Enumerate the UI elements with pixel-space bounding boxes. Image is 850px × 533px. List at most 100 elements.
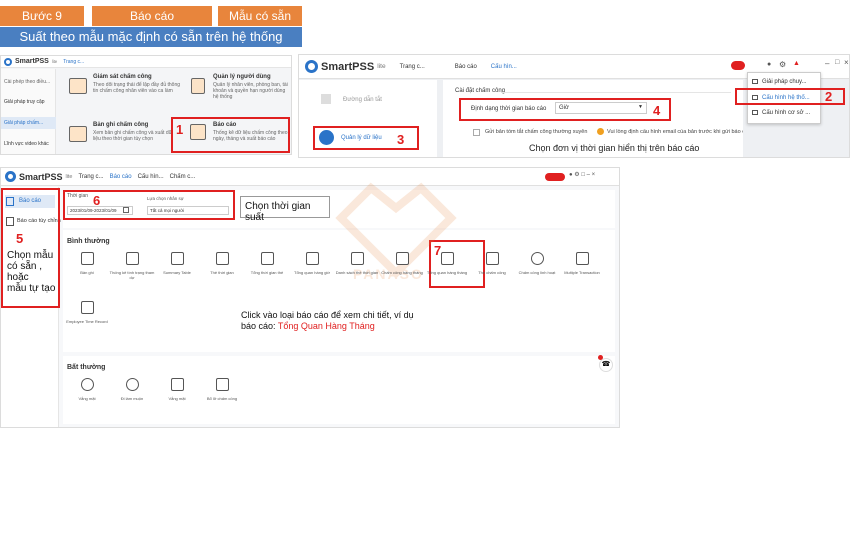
tab-home-2[interactable]: Trang c... bbox=[400, 64, 425, 70]
menu-solution[interactable]: Giải pháp chuy... bbox=[748, 76, 820, 87]
abnormal-label-2: Vắng mặt bbox=[168, 396, 186, 401]
card-records[interactable]: Bản ghi chấm công Xem bản ghi chấm công v… bbox=[93, 122, 173, 142]
calendar-icon[interactable] bbox=[123, 207, 129, 213]
report-label-4: Tổng thời gian thẻ bbox=[250, 270, 284, 275]
report-label-6: Danh sách thẻ thời gian bbox=[335, 270, 379, 275]
report-normal-5[interactable]: Tổng quan hàng giờ bbox=[288, 252, 336, 275]
tab-report-2[interactable]: Báo cáo bbox=[455, 64, 477, 70]
report-normal-9[interactable]: Thẻ chấm công bbox=[468, 252, 516, 275]
staff-filter-select[interactable]: Tất cả mọi người bbox=[147, 206, 229, 215]
report-label-5: Tổng quan hàng giờ bbox=[294, 270, 330, 275]
step-5-note: Chọn mẫu có sẵn , hoặc mẫu tự tạo bbox=[7, 250, 56, 294]
report-abnormal-3[interactable]: Bổ lỡ chấm công bbox=[198, 378, 246, 401]
shortcut-link[interactable]: Đường dẫn tắt bbox=[343, 97, 382, 103]
attendance-monitor-icon bbox=[69, 78, 87, 94]
report-label-1: Thống kê tình trạng tham dự bbox=[109, 270, 155, 280]
step-label: Bước 9 bbox=[0, 6, 84, 26]
time-label: Thời gian bbox=[67, 193, 89, 199]
sidebar-item-2[interactable]: Giải pháp chấm... bbox=[1, 117, 56, 129]
abnormal-icon-1 bbox=[125, 378, 139, 391]
restore-icon[interactable]: □ bbox=[835, 59, 839, 66]
report-label-7: Chấm công hàng tháng bbox=[381, 270, 423, 275]
report-icon-8 bbox=[440, 252, 454, 265]
menu-base-config[interactable]: Cấu hình cơ sở ... bbox=[748, 107, 820, 118]
report-label: Báo cáo bbox=[92, 6, 212, 26]
report-normal-6[interactable]: Danh sách thẻ thời gian bbox=[333, 252, 381, 275]
highlight-filters bbox=[63, 190, 235, 220]
report-calendar-icon bbox=[190, 124, 206, 140]
report-icon-1 bbox=[125, 252, 139, 265]
tab-report-3[interactable]: Báo cáo bbox=[110, 174, 132, 180]
close-icon[interactable]: × bbox=[844, 58, 849, 67]
report-icon-6 bbox=[350, 252, 364, 265]
report-normal-11[interactable]: Multiple Transaction bbox=[558, 252, 606, 275]
alarm-badge-icon[interactable] bbox=[731, 61, 745, 70]
config-window: SmartPSS lite Trang c... Báo cáo Cấu hìn.… bbox=[298, 54, 850, 158]
report-window: SmartPSS lite Trang c... Báo cáo Cấu hìn.… bbox=[0, 167, 620, 428]
subtitle-bar: Suất theo mẫu mặc định có sẵn trên hệ th… bbox=[0, 27, 302, 47]
sidebar-item-0[interactable]: Cài phép theo điều... bbox=[4, 79, 50, 85]
report-icon-5 bbox=[305, 252, 319, 265]
tab-config-3[interactable]: Cấu hìn... bbox=[138, 174, 164, 180]
app-logo: SmartPSS lite bbox=[4, 57, 57, 66]
report-normal-0[interactable]: Bản ghi bbox=[63, 252, 111, 275]
alarm-badge-icon-3[interactable] bbox=[545, 173, 565, 181]
step-4-note: Chọn đơn vị thời gian hiển thị trên báo … bbox=[529, 143, 700, 153]
report-icon-0 bbox=[80, 252, 94, 265]
warning-icon bbox=[597, 128, 604, 135]
report-label-9: Thẻ chấm công bbox=[478, 270, 506, 275]
card-monitor[interactable]: Giám sát chấm công Theo dõi trạng thái để… bbox=[93, 74, 183, 94]
minimize-icon[interactable]: – bbox=[825, 59, 829, 68]
tab-home-3[interactable]: Trang c... bbox=[78, 174, 103, 180]
format-label: Định dạng thời gian báo cáo bbox=[471, 106, 547, 112]
sidebar-item-3[interactable]: Lĩnh vực video khác bbox=[4, 141, 49, 147]
home-window: SmartPSS lite Trang c... Cài phép theo đi… bbox=[0, 55, 292, 155]
report-abnormal-1[interactable]: Đi làm muộn bbox=[108, 378, 156, 401]
step-1-marker: 1 bbox=[176, 122, 184, 137]
user-icon[interactable]: ● bbox=[767, 61, 771, 68]
phone-support-icon[interactable]: ☎ bbox=[599, 358, 613, 372]
abnormal-label-1: Đi làm muộn bbox=[120, 396, 144, 401]
card-report[interactable]: Báo cáo Thống kê dữ liệu chấm công theo n… bbox=[213, 122, 289, 142]
step-3-marker: 3 bbox=[397, 132, 405, 147]
abnormal-label-0: Vắng mặt bbox=[78, 396, 96, 401]
tab-attendance-3[interactable]: Chấm c... bbox=[170, 174, 196, 180]
report-normal-4[interactable]: Tổng thời gian thẻ bbox=[243, 252, 291, 275]
abnormal-icon-2 bbox=[170, 378, 184, 391]
report-normal-2[interactable]: Summary Table bbox=[153, 252, 201, 275]
report-icon-11 bbox=[575, 252, 589, 265]
report-normal-3[interactable]: Thẻ thời gian bbox=[198, 252, 246, 275]
report-normal-8[interactable]: Tổng quan hàng tháng bbox=[423, 252, 471, 275]
sidebar-item-1[interactable]: Giải pháp truy cập bbox=[4, 99, 45, 105]
normal-section-title: Bình thường bbox=[67, 238, 110, 245]
report-icon-9 bbox=[485, 252, 499, 265]
report-normal-7[interactable]: Chấm công hàng tháng bbox=[378, 252, 426, 275]
report-label-8: Tổng quan hàng tháng bbox=[426, 270, 468, 275]
format-select[interactable]: Giờ ▼ bbox=[555, 102, 647, 114]
card-users[interactable]: Quản lý người dùng Quản lý nhân viên, phò… bbox=[213, 74, 291, 100]
window-controls[interactable]: ● ⚙ □ – × bbox=[569, 171, 595, 178]
report-icon-7 bbox=[395, 252, 409, 265]
settings-gear-icon[interactable]: ⚙ bbox=[779, 60, 786, 69]
lock-icon[interactable]: ▲ bbox=[793, 60, 800, 67]
report-abnormal-2[interactable]: Vắng mặt bbox=[153, 378, 201, 401]
tab-home[interactable]: Trang c... bbox=[63, 59, 84, 65]
user-management-icon bbox=[191, 78, 205, 94]
abnormal-label-3: Bổ lỡ chấm công bbox=[206, 396, 238, 401]
report-employee-time-record[interactable]: Employee Time Record bbox=[63, 301, 111, 324]
report-icon-4 bbox=[260, 252, 274, 265]
abnormal-section-title: Bất thường bbox=[67, 364, 106, 371]
step-6-note: Chọn thời gian suất bbox=[240, 196, 330, 223]
abnormal-icon-3 bbox=[215, 378, 229, 391]
app-logo-3: SmartPSS lite bbox=[5, 171, 72, 182]
data-management-icon bbox=[319, 130, 334, 145]
report-abnormal-0[interactable]: Vắng mặt bbox=[63, 378, 111, 401]
tab-config-2[interactable]: Cấu hìn... bbox=[491, 64, 517, 70]
report-label-3: Thẻ thời gian bbox=[210, 270, 234, 275]
report-label-2: Summary Table bbox=[163, 270, 191, 275]
email-checkbox[interactable] bbox=[473, 129, 480, 136]
step-4-marker: 4 bbox=[653, 103, 661, 118]
report-normal-1[interactable]: Thống kê tình trạng tham dự bbox=[108, 252, 156, 280]
report-normal-10[interactable]: Chấm công linh hoạt bbox=[513, 252, 561, 275]
data-management-item[interactable]: Quản lý dữ liệu bbox=[341, 135, 382, 141]
